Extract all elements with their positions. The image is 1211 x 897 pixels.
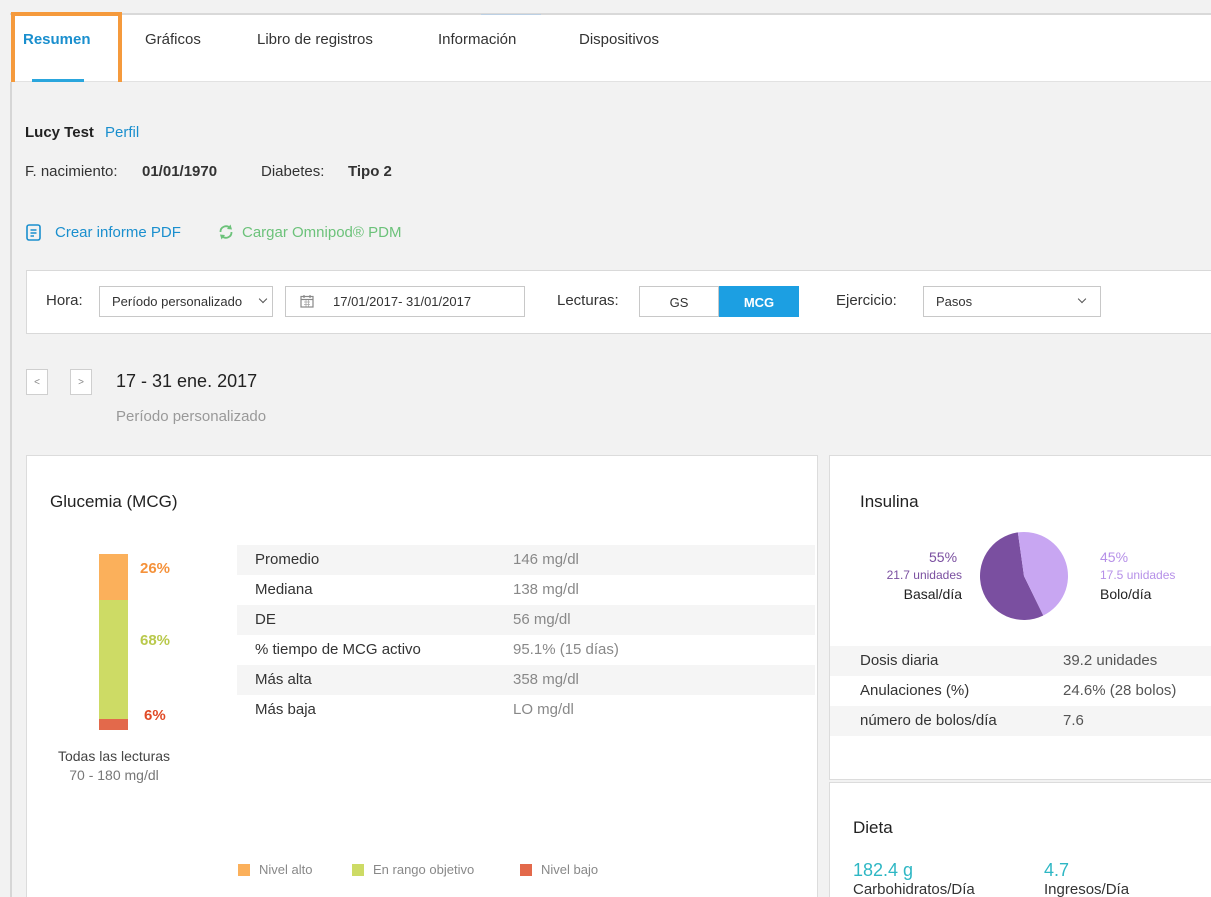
insulin-stat-row: número de bolos/día 7.6	[830, 706, 1211, 736]
insulin-title: Insulina	[860, 492, 919, 511]
readings-gs-button[interactable]: GS	[639, 286, 719, 317]
insulin-stat-row: Anulaciones (%) 24.6% (28 bolos)	[830, 676, 1211, 706]
stat-label: Mediana	[255, 581, 313, 598]
basal-percent: 55%	[929, 549, 958, 565]
stat-row: Promedio 146 mg/dl	[237, 545, 815, 575]
stat-label: % tiempo de MCG activo	[255, 641, 421, 658]
stat-value: 146 mg/dl	[513, 551, 579, 568]
stat-value: 56 mg/dl	[513, 611, 571, 628]
glucose-card: Glucemia (MCG) 26% 68% 6% Todas las lect…	[26, 455, 818, 897]
period-title: 17 - 31 ene. 2017	[116, 371, 258, 391]
chevron-down-icon	[258, 294, 268, 304]
refresh-icon[interactable]	[217, 223, 235, 245]
in-range-percent: 68%	[140, 632, 171, 649]
date-range-field[interactable]: 17/01/2017- 31/01/2017	[285, 286, 525, 317]
stat-value: 39.2 unidades	[1063, 652, 1158, 669]
dob-value: 01/01/1970	[142, 163, 218, 180]
diabetes-value: Tipo 2	[348, 163, 392, 180]
insulin-stat-row: Dosis diaria 39.2 unidades	[830, 646, 1211, 676]
in-range-segment	[99, 600, 128, 719]
stat-label: Más alta	[255, 671, 312, 688]
diabetes-label: Diabetes:	[261, 163, 325, 180]
bar-caption: Todas las lecturas	[57, 748, 171, 764]
stat-value: 138 mg/dl	[513, 581, 579, 598]
stat-row: DE 56 mg/dl	[237, 605, 815, 635]
basal-units: 21.7 unidades	[886, 568, 962, 582]
time-label: Hora:	[46, 292, 83, 309]
stat-value: LO mg/dl	[513, 701, 574, 718]
low-percent: 6%	[144, 707, 166, 724]
exercise-select[interactable]: Pasos	[923, 286, 1101, 317]
low-level-segment	[99, 719, 128, 730]
legend-low-label: Nivel bajo	[541, 862, 599, 877]
main-content: Lucy Test Perfil F. nacimiento: 01/01/19…	[10, 82, 1211, 897]
stat-label: número de bolos/día	[860, 712, 997, 729]
create-pdf-link[interactable]: Crear informe PDF	[55, 224, 181, 241]
patient-name: Lucy Test	[25, 124, 94, 141]
basal-label: Basal/día	[903, 586, 962, 602]
stat-row: Más baja LO mg/dl	[237, 695, 815, 725]
stat-value: 95.1% (15 días)	[513, 641, 619, 658]
period-subtitle: Período personalizado	[116, 408, 267, 425]
entries-label: Ingresos/Día	[1044, 881, 1130, 897]
tab-informacion[interactable]: Información	[438, 31, 516, 48]
entries-value: 4.7	[1044, 860, 1070, 880]
carbs-label: Carbohidratos/Día	[853, 881, 975, 897]
previous-period-button[interactable]: <	[26, 369, 48, 395]
stat-row: Más alta 358 mg/dl	[237, 665, 815, 695]
carbs-value: 182.4 g	[853, 860, 914, 880]
legend-high-label: Nivel alto	[259, 862, 313, 877]
stat-row: % tiempo de MCG activo 95.1% (15 días)	[237, 635, 815, 665]
dob-label: F. nacimiento:	[25, 163, 118, 180]
stat-value: 7.6	[1063, 712, 1084, 729]
insulin-card: Insulina 55% 21.7 unidades Basal/día 45%…	[829, 455, 1211, 780]
legend-low-swatch	[520, 864, 532, 876]
stat-label: Dosis diaria	[860, 652, 939, 669]
diet-card: Dieta 182.4 g Carbohidratos/Día 4.7 Ingr…	[829, 782, 1211, 897]
high-percent: 26%	[140, 560, 171, 577]
filter-bar: Hora: Período personalizado 17/01/2017- …	[26, 270, 1211, 334]
time-period-value: Período personalizado	[112, 294, 243, 309]
legend-range-label: En rango objetivo	[373, 862, 475, 877]
high-level-segment	[99, 554, 128, 600]
calendar-icon	[300, 294, 314, 311]
tab-libro-de-registros[interactable]: Libro de registros	[257, 31, 373, 48]
stat-value: 358 mg/dl	[513, 671, 579, 688]
tab-graficos[interactable]: Gráficos	[145, 31, 201, 48]
pdf-icon[interactable]	[26, 224, 41, 245]
bolus-units: 17.5 unidades	[1100, 568, 1176, 582]
readings-label: Lecturas:	[557, 292, 619, 309]
tab-dispositivos[interactable]: Dispositivos	[579, 31, 659, 48]
stat-label: Promedio	[255, 551, 320, 568]
exercise-label: Ejercicio:	[836, 292, 897, 309]
stat-label: Anulaciones (%)	[860, 682, 970, 699]
diet-title: Dieta	[853, 818, 893, 837]
bolus-label: Bolo/día	[1100, 586, 1152, 602]
next-period-button[interactable]: >	[70, 369, 92, 395]
bar-range: 70 - 180 mg/dl	[69, 767, 159, 783]
readings-mcg-button[interactable]: MCG	[719, 286, 799, 317]
chevron-down-icon	[1077, 294, 1087, 304]
time-period-select[interactable]: Período personalizado	[99, 286, 273, 317]
insulin-pie-chart	[980, 532, 1068, 620]
profile-link[interactable]: Perfil	[105, 124, 139, 141]
stat-label: Más baja	[255, 701, 316, 718]
bolus-percent: 45%	[1100, 549, 1129, 565]
stat-row: Mediana 138 mg/dl	[237, 575, 815, 605]
legend-high-swatch	[238, 864, 250, 876]
date-range-value: 17/01/2017- 31/01/2017	[333, 294, 472, 309]
stat-label: DE	[255, 611, 276, 628]
glucose-title: Glucemia (MCG)	[50, 492, 178, 511]
glucose-distribution-bar	[99, 554, 128, 730]
tab-bar: Resumen Gráficos Libro de registros Info…	[12, 15, 1211, 82]
exercise-value: Pasos	[936, 294, 973, 309]
stat-value: 24.6% (28 bolos)	[1063, 682, 1177, 699]
upload-omnipod-link[interactable]: Cargar Omnipod® PDM	[242, 224, 401, 241]
legend-range-swatch	[352, 864, 364, 876]
